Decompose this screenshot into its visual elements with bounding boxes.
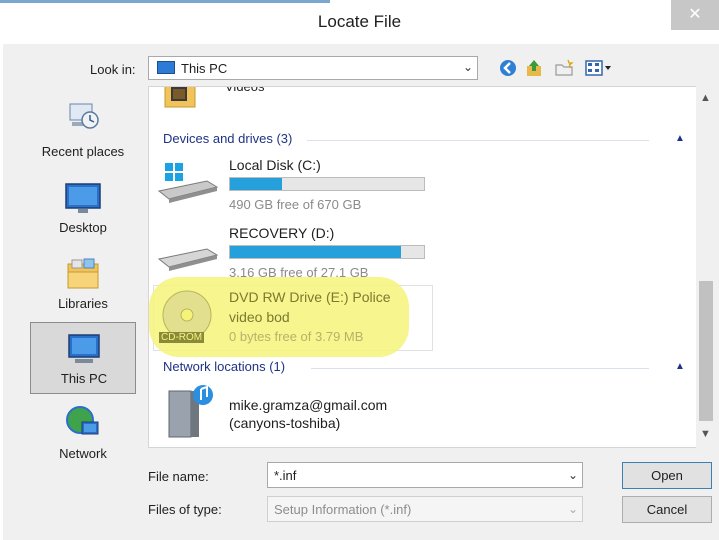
window-title: Locate File — [317, 12, 402, 31]
places-bar: Recent places Desktop Libraries This PC … — [30, 92, 136, 472]
drive-name: RECOVERY (D:) — [229, 225, 335, 241]
vertical-scrollbar[interactable]: ▲ ▼ — [696, 86, 716, 448]
drive-usage-bar — [229, 177, 425, 191]
place-recent-places[interactable]: Recent places — [30, 92, 136, 162]
group-divider — [307, 140, 649, 141]
files-of-type-select[interactable]: Setup Information (*.inf) ⌄ — [267, 496, 583, 522]
place-label: Network — [59, 446, 107, 461]
group-header-network[interactable]: Network locations (1) — [163, 359, 285, 374]
locate-file-dialog: Locate File ✕ Look in: This PC ⌄ Recent … — [0, 0, 719, 540]
files-of-type-label: Files of type: — [148, 502, 222, 517]
place-libraries[interactable]: Libraries — [30, 252, 136, 316]
this-pc-icon — [68, 334, 100, 363]
scroll-thumb[interactable] — [699, 281, 713, 421]
files-of-type-value: Setup Information (*.inf) — [274, 502, 412, 517]
place-label: Libraries — [58, 296, 108, 311]
videos-label[interactable]: Videos — [225, 87, 265, 94]
network-location-name: mike.gramza@gmail.com — [229, 397, 388, 413]
up-folder-icon[interactable] — [524, 58, 544, 78]
file-name-input[interactable]: *.inf ⌄ — [267, 462, 583, 488]
drive-free-space: 490 GB free of 670 GB — [229, 197, 362, 212]
drive-name: Local Disk (C:) — [229, 157, 321, 173]
drive-name-line2: video bod — [229, 309, 290, 325]
back-icon[interactable] — [498, 58, 518, 78]
look-in-label: Look in: — [90, 62, 136, 77]
file-name-label: File name: — [148, 469, 209, 484]
close-button[interactable]: ✕ — [671, 0, 719, 30]
chevron-down-icon[interactable]: ⌄ — [463, 60, 473, 74]
title-bar: Locate File ✕ — [0, 0, 719, 44]
place-label: Recent places — [41, 144, 125, 159]
drive-free-space: 0 bytes free of 3.79 MB — [229, 329, 364, 344]
collapse-icon[interactable]: ▲ — [675, 133, 685, 144]
chevron-down-icon[interactable]: ⌄ — [568, 502, 578, 516]
left-edge — [0, 44, 3, 540]
network-icon — [66, 406, 99, 435]
drive-usage-bar — [229, 245, 425, 259]
drive-item-d[interactable]: RECOVERY (D:) 3.16 GB free of 27.1 GB — [153, 219, 433, 281]
network-location-host: (canyons-toshiba) — [229, 415, 341, 431]
recovery-disk-icon — [157, 248, 219, 271]
open-button[interactable]: Open — [622, 462, 712, 489]
place-desktop[interactable]: Desktop — [30, 178, 136, 238]
place-network[interactable]: Network — [30, 402, 136, 468]
libraries-icon — [67, 258, 99, 289]
drive-name: DVD RW Drive (E:) Police — [229, 289, 391, 305]
drive-item-c[interactable]: Local Disk (C:) 490 GB free of 670 GB — [153, 151, 433, 213]
drive-usage-fill — [230, 246, 401, 258]
network-location-item[interactable]: mike.gramza@gmail.com (canyons-toshiba) — [153, 383, 413, 443]
videos-folder-icon — [164, 87, 196, 108]
group-divider — [311, 368, 649, 369]
look-in-combo[interactable]: This PC ⌄ — [148, 56, 478, 80]
drive-usage-fill — [230, 178, 283, 190]
top-strip — [0, 0, 330, 3]
view-menu-icon[interactable] — [584, 58, 614, 78]
place-label: This PC — [60, 371, 108, 386]
group-header-devices[interactable]: Devices and drives (3) — [163, 131, 292, 146]
local-disk-icon — [157, 163, 219, 203]
chevron-down-icon[interactable]: ⌄ — [568, 468, 578, 482]
cancel-button[interactable]: Cancel — [622, 496, 712, 523]
place-label: Desktop — [59, 220, 107, 235]
new-folder-icon[interactable] — [554, 58, 574, 78]
media-server-icon — [168, 385, 213, 438]
look-in-value: This PC — [181, 61, 228, 76]
place-this-pc[interactable]: This PC — [30, 322, 136, 394]
scroll-down-icon[interactable]: ▼ — [700, 428, 711, 440]
file-list[interactable]: Videos Devices and drives (3) ▲ Local Di… — [148, 86, 698, 448]
scroll-up-icon[interactable]: ▲ — [700, 92, 711, 104]
this-pc-small-icon — [157, 61, 175, 74]
cd-rom-badge: CD-ROM — [159, 332, 205, 343]
file-name-value: *.inf — [274, 468, 297, 483]
recent-places-icon — [69, 103, 99, 129]
collapse-icon[interactable]: ▲ — [675, 361, 685, 372]
desktop-icon — [65, 183, 101, 213]
